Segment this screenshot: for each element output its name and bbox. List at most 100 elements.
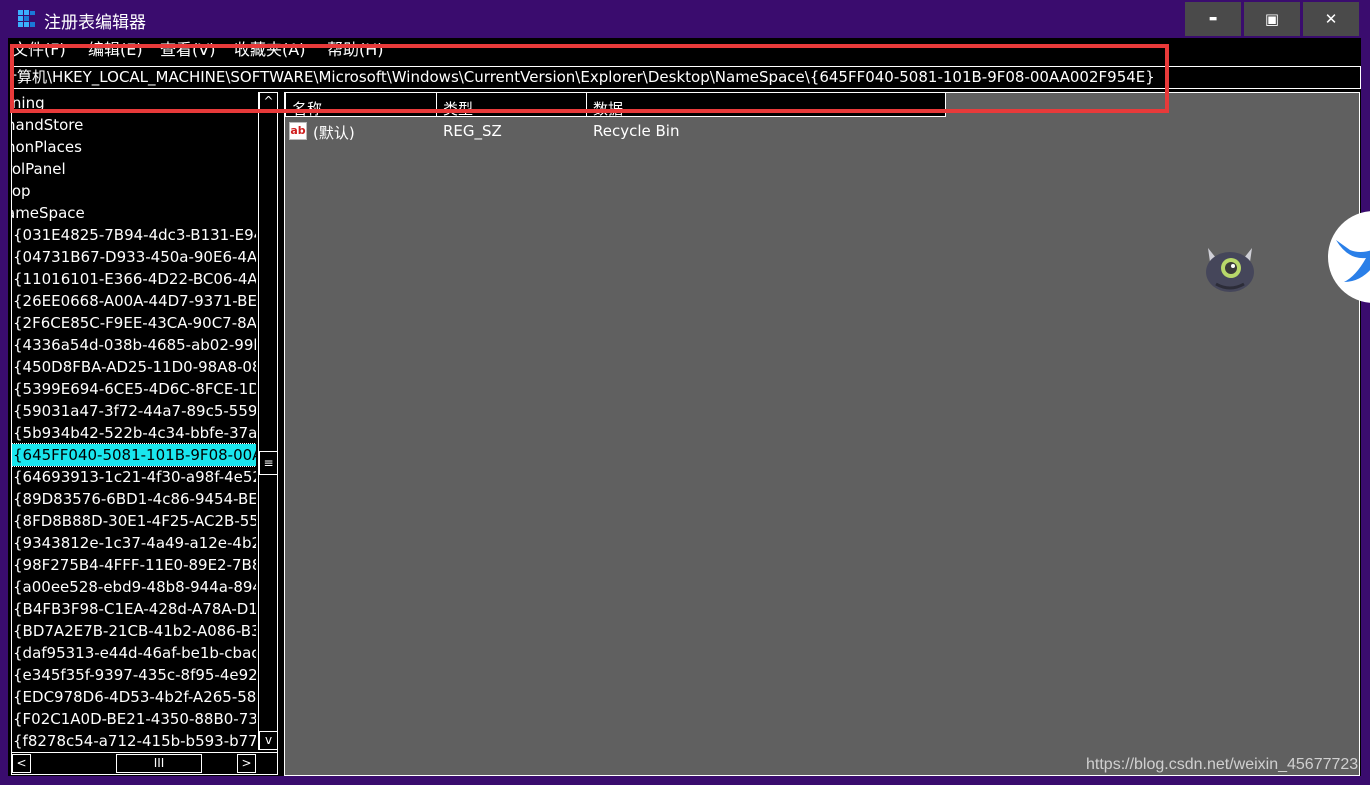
tree-item[interactable]: top	[12, 180, 256, 202]
menu-view[interactable]: 查看(V)	[160, 38, 215, 60]
chevron-right-icon: >	[241, 756, 252, 770]
tree-item[interactable]: rolPanel	[12, 158, 256, 180]
tree-item-label: {98F275B4-4FFF-11E0-89E2-7B86D	[13, 556, 256, 574]
menu-edit[interactable]: 编辑(E)	[88, 38, 143, 60]
tree-item[interactable]: {daf95313-e44d-46af-be1b-cbace	[12, 642, 256, 664]
scroll-left-button[interactable]: <	[12, 754, 31, 773]
tree-item-label: top	[12, 182, 31, 200]
tree-item-label: {9343812e-1c37-4a49-a12e-4b2d	[13, 534, 256, 552]
floating-bird-widget-icon[interactable]	[1326, 210, 1370, 304]
tree-item[interactable]: {59031a47-3f72-44a7-89c5-5595f	[12, 400, 256, 422]
tree-item[interactable]: {11016101-E366-4D22-BC06-4ADA	[12, 268, 256, 290]
tree-item[interactable]: {8FD8B88D-30E1-4F25-AC2B-553D	[12, 510, 256, 532]
value-data: Recycle Bin	[593, 122, 680, 140]
tree-item-label: {5b934b42-522b-4c34-bbfe-37a3	[13, 424, 256, 442]
tree-item-label: {11016101-E366-4D22-BC06-4ADA	[13, 270, 256, 288]
tree-item-label: {26EE0668-A00A-44D7-9371-BEB0	[13, 292, 256, 310]
tree-item[interactable]: {450D8FBA-AD25-11D0-98A8-080	[12, 356, 256, 378]
registry-editor-icon	[18, 10, 35, 27]
tree-item[interactable]: {4336a54d-038b-4685-ab02-99bb	[12, 334, 256, 356]
minimize-button[interactable]: ▬	[1185, 2, 1241, 36]
column-header-name[interactable]: 名称	[285, 93, 437, 117]
close-button[interactable]: ✕	[1303, 2, 1359, 36]
menu-favorites[interactable]: 收藏夹(A)	[234, 38, 305, 60]
tree-item-label: {F02C1A0D-BE21-4350-88B0-7367	[13, 710, 256, 728]
window-client-area: 文件(F) 编辑(E) 查看(V) 收藏夹(A) 帮助(H) 计算机\HKEY_…	[8, 38, 1361, 776]
tree-item[interactable]: {BD7A2E7B-21CB-41b2-A086-B309	[12, 620, 256, 642]
tree-item[interactable]: {e345f35f-9397-435c-8f95-4e922	[12, 664, 256, 686]
tree-item-label: {89D83576-6BD1-4c86-9454-BEB0	[13, 490, 256, 508]
tree-item[interactable]: ameSpace	[12, 202, 256, 224]
tree-item[interactable]: {f8278c54-a712-415b-b593-b77a	[12, 730, 256, 750]
tree-item[interactable]: {F02C1A0D-BE21-4350-88B0-7367	[12, 708, 256, 730]
menu-help[interactable]: 帮助(H)	[327, 38, 384, 60]
tree-item-label: {e345f35f-9397-435c-8f95-4e922	[13, 666, 256, 684]
tree-horizontal-scrollbar[interactable]: < III >	[12, 752, 277, 773]
tree-item-label: {64693913-1c21-4f30-a98f-4e529	[13, 468, 256, 486]
tree-item-label: rolPanel	[12, 160, 66, 178]
window-title: 注册表编辑器	[44, 13, 146, 33]
tree-item[interactable]: {645FF040-5081-101B-9F08-00AA	[12, 443, 256, 467]
scroll-up-button[interactable]: ^	[259, 92, 277, 111]
menu-file[interactable]: 文件(F)	[12, 38, 66, 60]
tree-item[interactable]: {031E4825-7B94-4dc3-B131-E946	[12, 224, 256, 246]
scroll-right-button[interactable]: >	[237, 754, 256, 773]
scroll-thumb[interactable]: ≡	[259, 451, 277, 475]
tree-item-label: ameSpace	[12, 204, 85, 222]
value-name: (默认)	[313, 124, 355, 142]
tree-item[interactable]: rning	[12, 92, 256, 114]
tree-item[interactable]: {5b934b42-522b-4c34-bbfe-37a3	[12, 422, 256, 444]
address-bar[interactable]: 计算机\HKEY_LOCAL_MACHINE\SOFTWARE\Microsof…	[11, 66, 1361, 89]
key-tree: rning nandStore nonPlaces rolPanel top ameSpa…	[12, 92, 256, 750]
tree-item[interactable]: {9343812e-1c37-4a49-a12e-4b2d	[12, 532, 256, 554]
tree-item-label: {8FD8B88D-30E1-4F25-AC2B-553D	[13, 512, 256, 530]
tree-item-label: {2F6CE85C-F9EE-43CA-90C7-8A9B	[13, 314, 256, 332]
key-tree-pane: rning nandStore nonPlaces rolPanel top ameSpa…	[11, 92, 278, 775]
tree-item[interactable]: {a00ee528-ebd9-48b8-944a-8942	[12, 576, 256, 598]
tree-item[interactable]: {2F6CE85C-F9EE-43CA-90C7-8A9B	[12, 312, 256, 334]
tree-item-label: {4336a54d-038b-4685-ab02-99bb	[13, 336, 256, 354]
tree-item-label: {450D8FBA-AD25-11D0-98A8-080	[13, 358, 256, 376]
tree-item-label: {04731B67-D933-450a-90E6-4ACD	[13, 248, 256, 266]
tree-item[interactable]: {89D83576-6BD1-4c86-9454-BEB0	[12, 488, 256, 510]
tree-item[interactable]: nandStore	[12, 114, 256, 136]
tree-item[interactable]: {5399E694-6CE5-4D6C-8FCE-1D88	[12, 378, 256, 400]
tree-item-label: {5399E694-6CE5-4D6C-8FCE-1D88	[13, 380, 256, 398]
tree-item-label: {031E4825-7B94-4dc3-B131-E946	[13, 226, 256, 244]
scroll-down-button[interactable]: v	[259, 731, 277, 750]
tree-item-label: {B4FB3F98-C1EA-428d-A78A-D1F5	[13, 600, 256, 618]
tree-item[interactable]: {64693913-1c21-4f30-a98f-4e529	[12, 466, 256, 488]
tree-item-label: nandStore	[12, 116, 84, 134]
table-row[interactable]: ab (默认) REG_SZ Recycle Bin	[285, 121, 985, 143]
tree-item-label: {daf95313-e44d-46af-be1b-cbace	[13, 644, 256, 662]
grip-icon: III	[153, 756, 165, 770]
tree-item[interactable]: {EDC978D6-4D53-4b2f-A265-5805	[12, 686, 256, 708]
minimize-icon: ▬	[1208, 14, 1218, 24]
tree-item-label: {f8278c54-a712-415b-b593-b77a	[13, 732, 256, 750]
tree-item-label: {59031a47-3f72-44a7-89c5-5595f	[13, 402, 256, 420]
tree-vertical-scrollbar[interactable]: ^ ≡ v	[258, 92, 277, 750]
close-icon: ✕	[1324, 10, 1338, 28]
tree-item[interactable]: {04731B67-D933-450a-90E6-4ACD	[12, 246, 256, 268]
tree-item[interactable]: {B4FB3F98-C1EA-428d-A78A-D1F5	[12, 598, 256, 620]
value-type: REG_SZ	[443, 122, 502, 140]
chevron-left-icon: <	[16, 756, 27, 770]
tree-item[interactable]: {98F275B4-4FFF-11E0-89E2-7B86D	[12, 554, 256, 576]
tree-item[interactable]: {26EE0668-A00A-44D7-9371-BEB0	[12, 290, 256, 312]
tree-item[interactable]: nonPlaces	[12, 136, 256, 158]
address-path: 计算机\HKEY_LOCAL_MACHINE\SOFTWARE\Microsof…	[11, 68, 1155, 86]
tree-item-label: rning	[12, 94, 45, 112]
horizontal-scroll-thumb[interactable]: III	[116, 754, 202, 773]
maximize-button[interactable]: ▣	[1244, 2, 1300, 36]
chevron-down-icon: v	[264, 733, 273, 747]
column-header-data[interactable]: 数据	[586, 93, 946, 117]
mascot-monster-icon[interactable]	[1198, 236, 1262, 296]
chevron-up-icon: ^	[263, 94, 274, 108]
column-header-type[interactable]: 类型	[436, 93, 587, 117]
tree-item-label: nonPlaces	[12, 138, 82, 156]
title-bar: 注册表编辑器 ▬ ▣ ✕	[0, 0, 1370, 38]
grip-icon: ≡	[263, 456, 274, 470]
tree-item-label: {EDC978D6-4D53-4b2f-A265-5805	[13, 688, 256, 706]
maximize-icon: ▣	[1264, 10, 1280, 28]
watermark-url: https://blog.csdn.net/weixin_45677723	[1086, 756, 1359, 773]
